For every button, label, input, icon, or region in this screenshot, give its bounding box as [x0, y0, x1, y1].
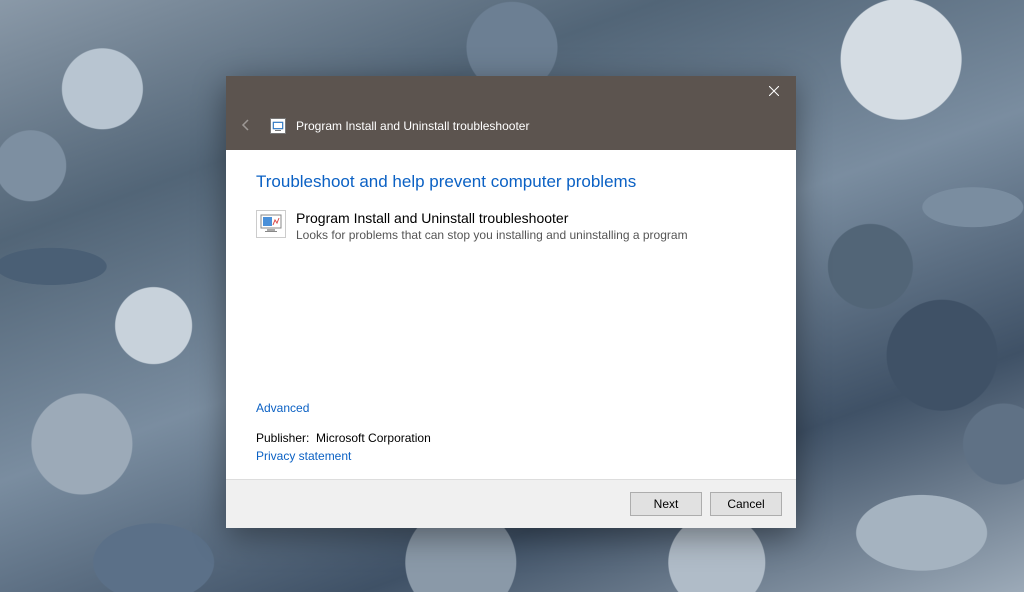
close-button[interactable]: [751, 76, 796, 108]
item-title: Program Install and Uninstall troublesho…: [296, 210, 688, 228]
next-button[interactable]: Next: [630, 492, 702, 516]
publisher-row: Publisher: Microsoft Corporation: [256, 431, 766, 445]
cancel-button[interactable]: Cancel: [710, 492, 782, 516]
back-button: [232, 112, 260, 140]
titlebar: [226, 76, 796, 108]
item-description: Looks for problems that can stop you ins…: [296, 228, 688, 244]
dialog-title: Program Install and Uninstall troublesho…: [296, 119, 529, 133]
content-heading: Troubleshoot and help prevent computer p…: [256, 172, 766, 192]
dialog-header: Program Install and Uninstall troublesho…: [226, 108, 796, 150]
troubleshooter-icon: [270, 118, 286, 134]
advanced-link[interactable]: Advanced: [256, 401, 766, 415]
item-text: Program Install and Uninstall troublesho…: [296, 210, 688, 243]
publisher-label: Publisher:: [256, 431, 309, 445]
dialog-footer: Next Cancel: [226, 479, 796, 528]
monitor-icon: [256, 210, 286, 238]
privacy-link[interactable]: Privacy statement: [256, 449, 766, 463]
dialog-content: Troubleshoot and help prevent computer p…: [226, 150, 796, 479]
troubleshooter-dialog: Program Install and Uninstall troublesho…: [226, 76, 796, 528]
close-icon: [769, 83, 779, 101]
troubleshooter-item: Program Install and Uninstall troublesho…: [256, 210, 766, 243]
arrow-left-icon: [238, 117, 254, 136]
publisher-value: Microsoft Corporation: [316, 431, 431, 445]
